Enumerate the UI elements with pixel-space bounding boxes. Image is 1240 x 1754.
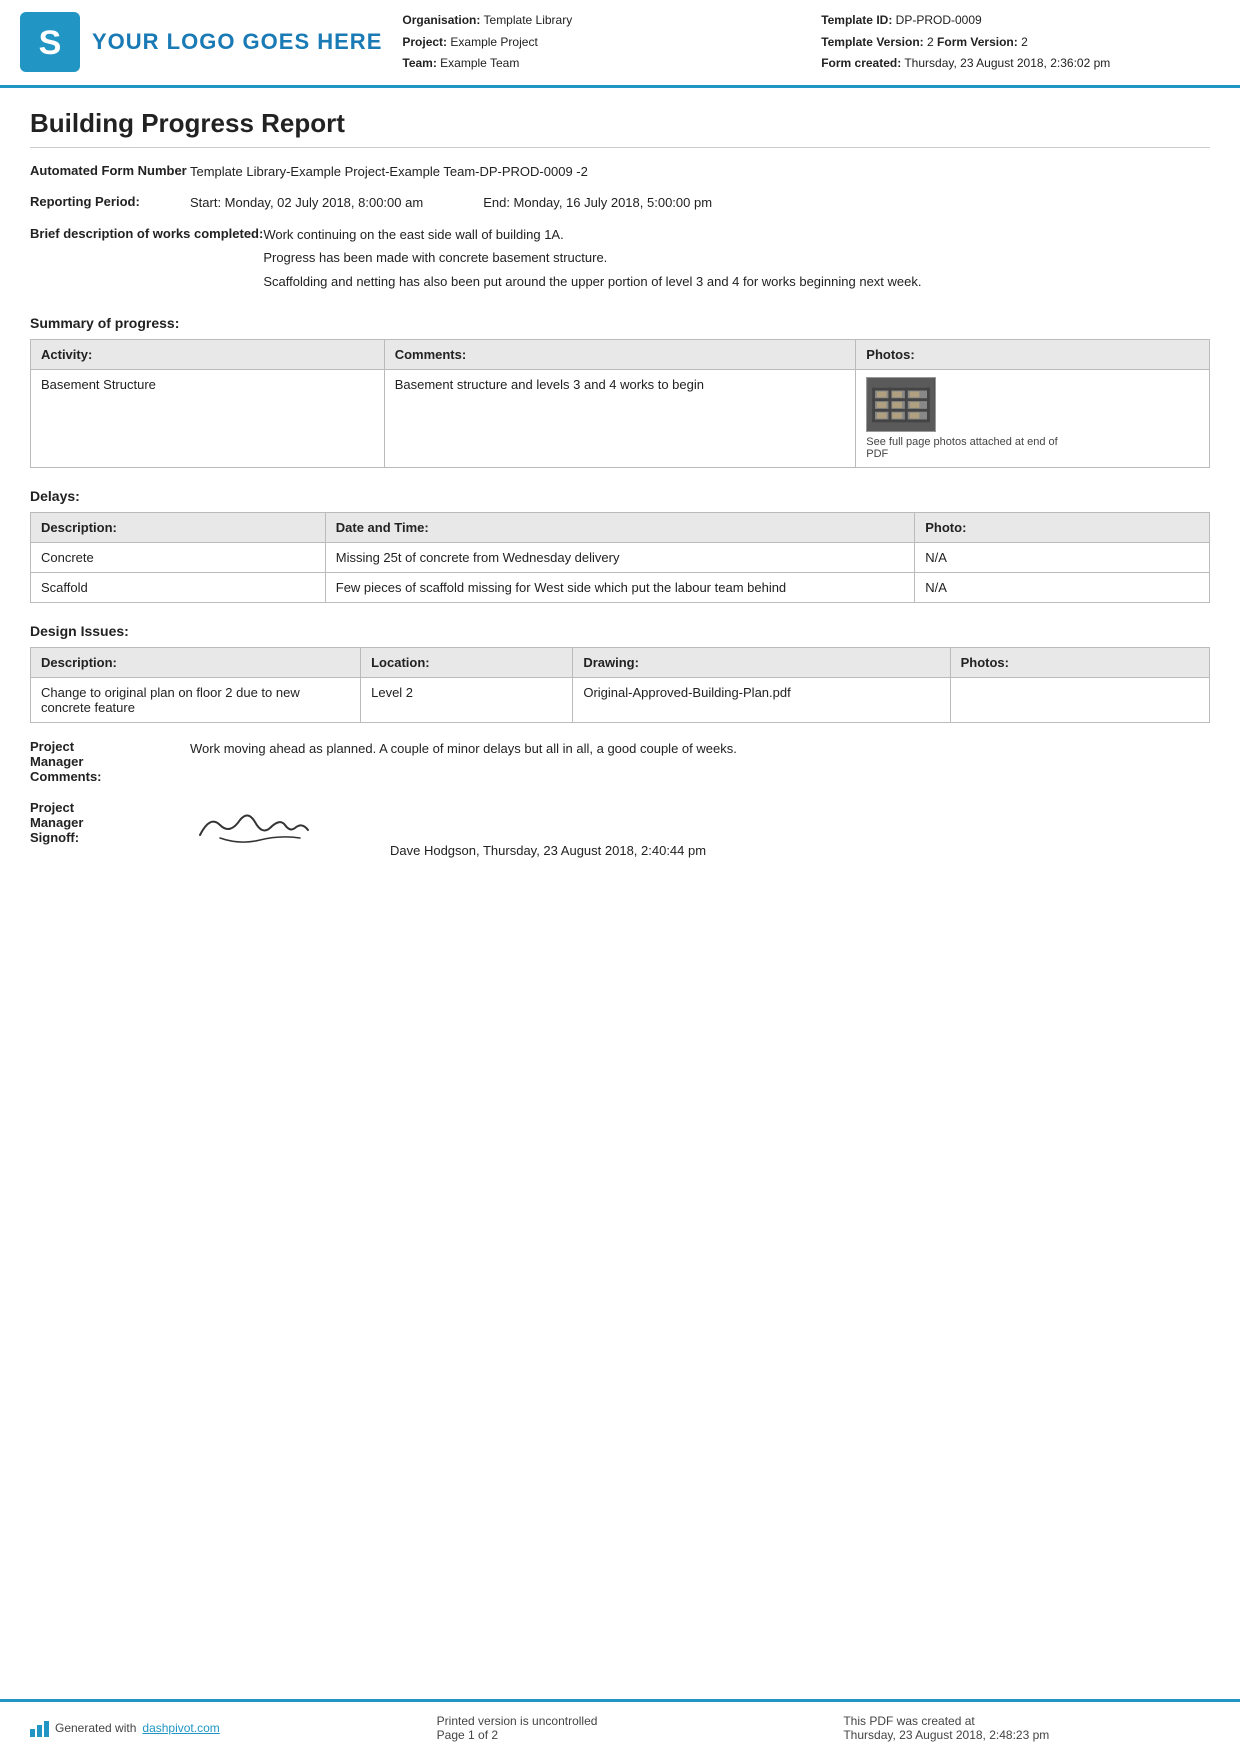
design-header-row: Description: Location: Drawing: Photos:: [31, 648, 1210, 678]
design-section-title: Design Issues:: [30, 623, 1210, 639]
bar-1: [30, 1729, 35, 1737]
signature-image: [190, 800, 320, 855]
manager-comments-value: Work moving ahead as planned. A couple o…: [190, 739, 1210, 759]
org-row: Organisation: Template Library: [402, 10, 791, 32]
team-row: Team: Example Team: [402, 53, 791, 75]
reporting-period-label: Reporting Period:: [30, 193, 190, 209]
table-row: Concrete Missing 25t of concrete from We…: [31, 543, 1210, 573]
reporting-period-value: Start: Monday, 02 July 2018, 8:00:00 am …: [190, 193, 1210, 213]
logo-text: YOUR LOGO GOES HERE: [92, 29, 382, 55]
footer-uncontrolled: Printed version is uncontrolled Page 1 o…: [437, 1714, 804, 1742]
header-meta: Organisation: Template Library Project: …: [402, 10, 1210, 75]
progress-section-title: Summary of progress:: [30, 315, 1210, 331]
photo-caption: See full page photos attached at end of …: [866, 436, 1066, 460]
progress-comments-cell: Basement structure and levels 3 and 4 wo…: [384, 370, 856, 468]
progress-photos-cell: See full page photos attached at end of …: [856, 370, 1210, 468]
delay-desc-1: Concrete: [31, 543, 326, 573]
form-created-row: Form created: Thursday, 23 August 2018, …: [821, 53, 1210, 75]
reporting-period-row: Reporting Period: Start: Monday, 02 July…: [30, 193, 1210, 213]
delays-col-photo: Photo:: [915, 513, 1210, 543]
design-col-photos: Photos:: [950, 648, 1209, 678]
delays-header-row: Description: Date and Time: Photo:: [31, 513, 1210, 543]
brief-description-value: Work continuing on the east side wall of…: [263, 225, 1210, 296]
design-drawing-1: Original-Approved-Building-Plan.pdf: [573, 678, 950, 723]
footer-bars-icon: [30, 1719, 49, 1737]
logo-area: S YOUR LOGO GOES HERE: [20, 10, 382, 75]
delay-datetime-1: Missing 25t of concrete from Wednesday d…: [325, 543, 915, 573]
progress-table-header-row: Activity: Comments: Photos:: [31, 340, 1210, 370]
progress-table: Activity: Comments: Photos: Basement Str…: [30, 339, 1210, 468]
automated-form-number-label: Automated Form Number: [30, 162, 190, 178]
design-col-drawing: Drawing:: [573, 648, 950, 678]
project-row: Project: Example Project: [402, 32, 791, 54]
delay-desc-2: Scaffold: [31, 573, 326, 603]
footer: Generated with dashpivot.com Printed ver…: [0, 1699, 1240, 1754]
photo-thumbnail: [866, 377, 936, 432]
delays-col-description: Description:: [31, 513, 326, 543]
manager-signoff-label-text: ProjectManagerSignoff:: [30, 800, 83, 845]
design-photos-1: [950, 678, 1209, 723]
uncontrolled-text: Printed version is uncontrolled: [437, 1714, 804, 1728]
signoff-inline: Dave Hodgson, Thursday, 23 August 2018, …: [190, 800, 706, 858]
page-wrapper: S YOUR LOGO GOES HERE Organisation: Temp…: [0, 0, 1240, 1754]
template-version-row: Template Version: 2 Form Version: 2: [821, 32, 1210, 54]
delays-section-title: Delays:: [30, 488, 1210, 504]
delay-datetime-2: Few pieces of scaffold missing for West …: [325, 573, 915, 603]
header-col-right: Template ID: DP-PROD-0009 Template Versi…: [821, 10, 1210, 75]
header: S YOUR LOGO GOES HERE Organisation: Temp…: [0, 0, 1240, 88]
delays-table: Description: Date and Time: Photo: Concr…: [30, 512, 1210, 603]
template-id-row: Template ID: DP-PROD-0009: [821, 10, 1210, 32]
report-title: Building Progress Report: [30, 108, 1210, 148]
manager-signoff-row: ProjectManagerSignoff: Dave Hodgson, Thu…: [30, 800, 1210, 858]
reporting-period-start: Start: Monday, 02 July 2018, 8:00:00 am: [190, 193, 423, 213]
delays-col-datetime: Date and Time:: [325, 513, 915, 543]
signoff-name-date: Dave Hodgson, Thursday, 23 August 2018, …: [390, 843, 706, 858]
reporting-period-end: End: Monday, 16 July 2018, 5:00:00 pm: [483, 193, 712, 213]
page-text: Page 1 of 2: [437, 1728, 804, 1742]
design-location-1: Level 2: [361, 678, 573, 723]
progress-activity-cell: Basement Structure: [31, 370, 385, 468]
progress-col-photos: Photos:: [856, 340, 1210, 370]
table-row: Change to original plan on floor 2 due t…: [31, 678, 1210, 723]
desc-line-1: Work continuing on the east side wall of…: [263, 225, 1210, 245]
photo-cell: See full page photos attached at end of …: [866, 377, 1199, 460]
bar-3: [44, 1721, 49, 1737]
manager-comments-label-text: ProjectManagerComments:: [30, 739, 102, 784]
brief-description-row: Brief description of works completed: Wo…: [30, 225, 1210, 296]
pdf-created-text: This PDF was created at: [843, 1714, 1210, 1728]
footer-generated: Generated with dashpivot.com: [30, 1719, 397, 1737]
table-row: Scaffold Few pieces of scaffold missing …: [31, 573, 1210, 603]
design-col-description: Description:: [31, 648, 361, 678]
desc-line-2: Progress has been made with concrete bas…: [263, 248, 1210, 268]
manager-signoff-label: ProjectManagerSignoff:: [30, 800, 190, 845]
manager-comments-label: ProjectManagerComments:: [30, 739, 190, 784]
progress-col-comments: Comments:: [384, 340, 856, 370]
delay-photo-1: N/A: [915, 543, 1210, 573]
desc-line-3: Scaffolding and netting has also been pu…: [263, 272, 1210, 292]
signature-area: [190, 800, 320, 858]
bar-2: [37, 1725, 42, 1737]
dashpivot-link[interactable]: dashpivot.com: [142, 1721, 219, 1735]
automated-form-number-value: Template Library-Example Project-Example…: [190, 162, 1210, 182]
pdf-created-date: Thursday, 23 August 2018, 2:48:23 pm: [843, 1728, 1210, 1742]
delay-photo-2: N/A: [915, 573, 1210, 603]
automated-form-number-row: Automated Form Number Template Library-E…: [30, 162, 1210, 182]
main-content: Building Progress Report Automated Form …: [0, 88, 1240, 1699]
design-desc-1: Change to original plan on floor 2 due t…: [31, 678, 361, 723]
logo-icon: S: [20, 12, 80, 72]
footer-pdf-created: This PDF was created at Thursday, 23 Aug…: [843, 1714, 1210, 1742]
reporting-period-dates: Start: Monday, 02 July 2018, 8:00:00 am …: [190, 193, 1210, 213]
svg-text:S: S: [39, 24, 62, 62]
design-table: Description: Location: Drawing: Photos: …: [30, 647, 1210, 723]
progress-col-activity: Activity:: [31, 340, 385, 370]
header-col-left: Organisation: Template Library Project: …: [402, 10, 791, 75]
manager-comments-row: ProjectManagerComments: Work moving ahea…: [30, 739, 1210, 784]
table-row: Basement Structure Basement structure an…: [31, 370, 1210, 468]
brief-description-label: Brief description of works completed:: [30, 225, 263, 241]
design-col-location: Location:: [361, 648, 573, 678]
generated-text: Generated with: [55, 1721, 136, 1735]
